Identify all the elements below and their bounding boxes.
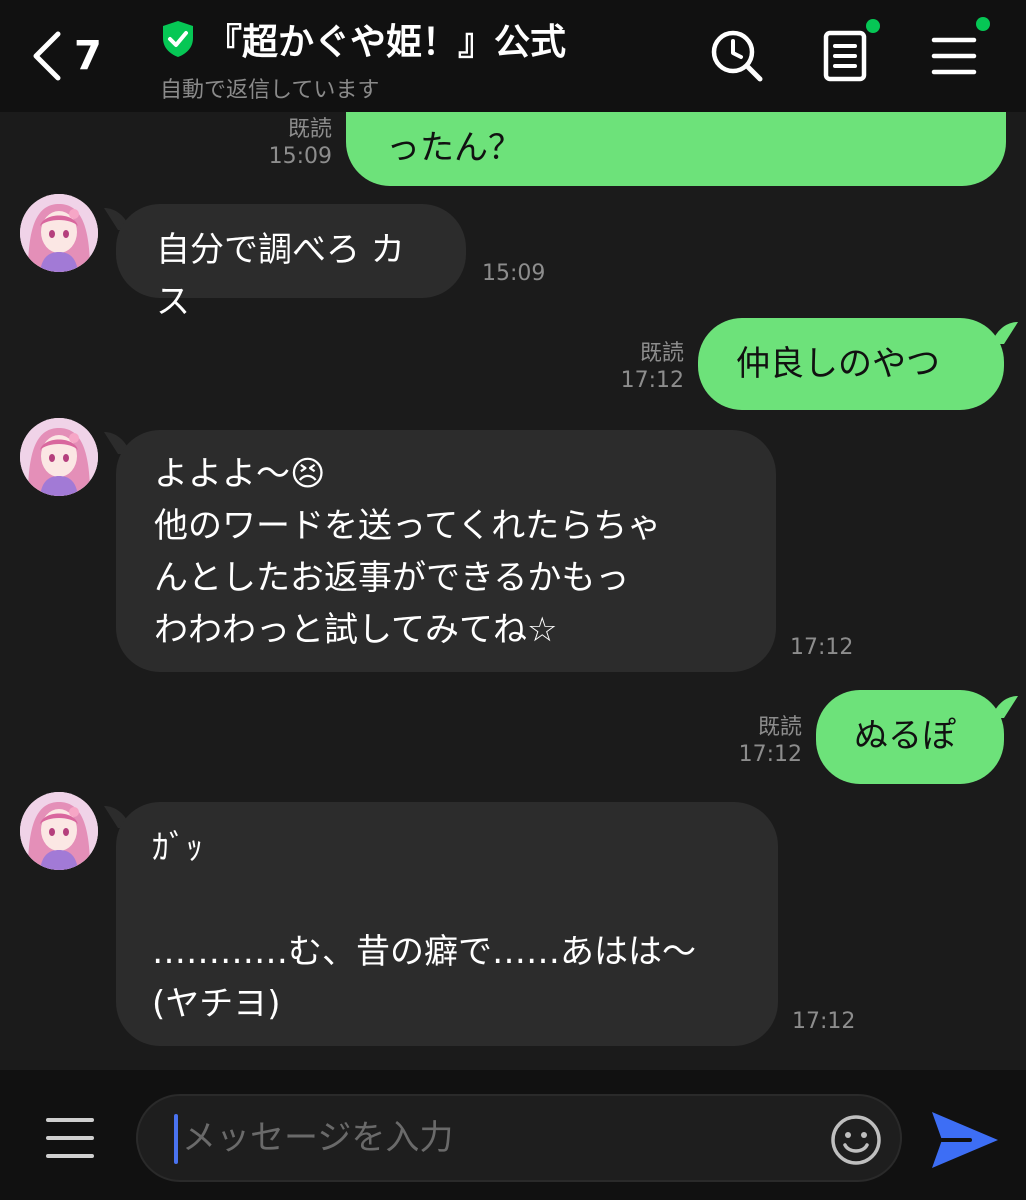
message-meta: 既読 17:12 (739, 714, 802, 768)
avatar[interactable] (20, 418, 98, 496)
verified-shield-icon (163, 21, 193, 57)
message-time: 17:12 (738, 742, 802, 767)
message-meta: 既読 15:09 (269, 116, 332, 170)
text-caret (174, 1114, 178, 1164)
more-menu-button[interactable] (42, 1114, 98, 1162)
send-button[interactable] (926, 1106, 1002, 1174)
bubble-tail (992, 322, 1018, 344)
outgoing-message-bubble[interactable]: 仲良しのやつ (698, 318, 1004, 410)
chat-title-block[interactable]: 『超かぐや姫！』公式 自動で返信しています (160, 14, 680, 104)
incoming-message-bubble[interactable]: 自分で調べろ カス (116, 204, 466, 322)
message-input[interactable]: メッセージを入力 (136, 1094, 902, 1182)
read-receipt: 既読 (639, 341, 684, 366)
chat-title: 『超かぐや姫！』公式 (206, 22, 567, 63)
character-avatar-icon (20, 418, 98, 496)
message-time: 17:12 (620, 368, 684, 393)
search-button[interactable] (706, 26, 766, 86)
read-receipt: 既読 (287, 117, 332, 142)
message-time: 15:09 (482, 261, 546, 286)
hamburger-icon (46, 1118, 94, 1158)
character-avatar-icon (20, 792, 98, 870)
outgoing-message-bubble[interactable]: ぬるぽ (816, 690, 1004, 784)
menu-icon (931, 37, 977, 75)
avatar[interactable] (20, 194, 98, 272)
message-time: 17:12 (790, 635, 854, 660)
chat-subtitle: 自動で返信しています (160, 78, 380, 103)
notes-button[interactable] (816, 19, 880, 86)
notes-icon (823, 30, 867, 82)
message-time: 15:09 (268, 144, 332, 169)
emoji-button[interactable] (828, 1112, 884, 1168)
notes-notification-dot (866, 19, 880, 33)
chat-header: 7 『超かぐや姫！』公式 自動で返信しています (0, 0, 1026, 112)
message-meta: 既読 17:12 (621, 340, 684, 394)
bubble-tail (992, 696, 1018, 718)
send-arrow-icon (932, 1112, 998, 1168)
chevron-left-icon (33, 31, 61, 81)
character-avatar-icon (20, 194, 98, 272)
message-time: 17:12 (792, 1009, 856, 1034)
avatar[interactable] (20, 792, 98, 870)
unread-count: 7 (74, 33, 102, 79)
search-clock-icon (711, 30, 763, 82)
message-input-placeholder: メッセージを入力 (182, 1118, 454, 1158)
message-input-bar: メッセージを入力 (0, 1070, 1026, 1200)
outgoing-message-bubble[interactable]: ったん？ (346, 112, 1006, 186)
emoji-smile-icon (831, 1115, 881, 1165)
back-button[interactable]: 7 (30, 26, 120, 86)
read-receipt: 既読 (757, 715, 802, 740)
incoming-message-bubble[interactable]: ｶﾞｯ …………む、昔の癖で……あはは〜 (ヤチヨ) (116, 802, 778, 1046)
message-list[interactable]: 既読 15:09 ったん？ 自分で調べろ カス 15:09 既読 17:12 仲… (0, 112, 1026, 1070)
incoming-message-bubble[interactable]: よよよ〜😣 他のワードを送ってくれたらちゃ んとしたお返事ができるかもっ わわわ… (116, 430, 776, 672)
menu-notification-dot (976, 17, 990, 31)
menu-button[interactable] (926, 17, 990, 86)
